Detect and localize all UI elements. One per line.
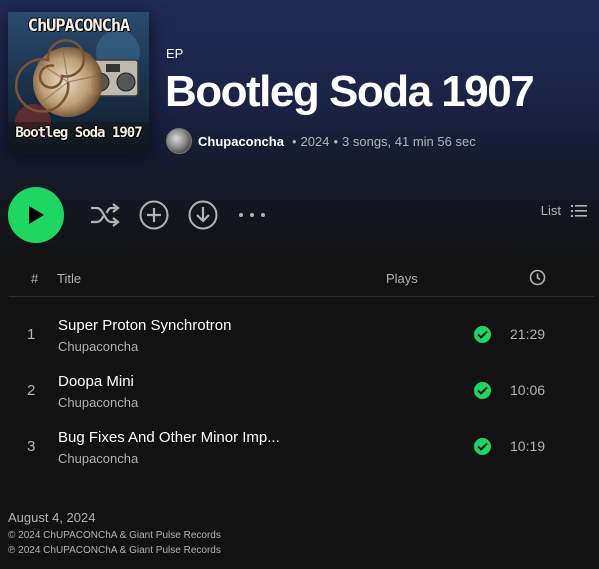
play-icon xyxy=(29,206,44,224)
track-row[interactable]: 2 Doopa Mini Chupaconcha 10:06 xyxy=(9,362,594,418)
track-artist[interactable]: Chupaconcha xyxy=(58,451,138,466)
track-artist[interactable]: Chupaconcha xyxy=(58,395,138,410)
column-title[interactable]: Title xyxy=(57,271,81,286)
album-cover[interactable]: ChUPACONChA Bootleg Soda 1907 xyxy=(8,12,149,153)
more-icon xyxy=(239,213,265,217)
release-footer: August 4, 2024 © 2024 ChUPACONChA & Gian… xyxy=(8,510,221,558)
view-mode-label: List xyxy=(540,203,561,218)
saved-check-icon[interactable] xyxy=(474,438,491,455)
release-date: August 4, 2024 xyxy=(8,510,96,525)
track-row[interactable]: 1 Super Proton Synchrotron Chupaconcha 2… xyxy=(9,306,594,362)
release-year: 2024 xyxy=(300,133,330,149)
clock-icon xyxy=(529,269,546,286)
separator-dot: • xyxy=(291,133,297,149)
play-button[interactable] xyxy=(8,187,64,243)
album-meta: Chupaconcha • 2024 • 3 songs, 41 min 56 … xyxy=(166,128,476,154)
cover-bottom-text: Bootleg Soda 1907 xyxy=(15,125,142,141)
track-title[interactable]: Bug Fixes And Other Minor Imp... xyxy=(58,429,280,446)
track-row[interactable]: 3 Bug Fixes And Other Minor Imp... Chupa… xyxy=(9,418,594,474)
shuffle-button[interactable] xyxy=(89,199,121,231)
saved-check-icon[interactable] xyxy=(474,326,491,343)
release-type-label: EP xyxy=(166,46,184,61)
separator-dot: • xyxy=(333,133,339,149)
action-bar: List xyxy=(0,187,599,243)
shuffle-icon xyxy=(91,203,120,227)
more-options-button[interactable] xyxy=(236,199,268,231)
cover-top-text: ChUPACONChA xyxy=(27,16,131,36)
saved-check-icon[interactable] xyxy=(474,382,491,399)
download-icon xyxy=(188,200,218,230)
column-plays[interactable]: Plays xyxy=(386,271,418,286)
track-duration: 10:06 xyxy=(510,382,546,398)
view-mode-toggle[interactable]: List xyxy=(541,203,587,218)
artist-link[interactable]: Chupaconcha xyxy=(198,134,284,149)
tracklist: 1 Super Proton Synchrotron Chupaconcha 2… xyxy=(9,306,594,474)
list-icon xyxy=(571,204,587,217)
plus-circle-icon xyxy=(139,200,169,230)
download-button[interactable] xyxy=(187,199,219,231)
track-artist[interactable]: Chupaconcha xyxy=(58,339,138,354)
tracklist-header: # Title Plays xyxy=(9,262,594,297)
album-stats: 3 songs, 41 min 56 sec xyxy=(342,133,476,149)
column-number: # xyxy=(31,271,39,286)
track-number: 3 xyxy=(27,438,36,455)
track-duration: 21:29 xyxy=(510,326,546,342)
phonogram-line: ℗ 2024 ChUPACONChA & Giant Pulse Records xyxy=(8,545,221,556)
artist-avatar[interactable] xyxy=(166,128,192,154)
track-number: 1 xyxy=(27,326,36,343)
add-to-library-button[interactable] xyxy=(138,199,170,231)
track-title[interactable]: Doopa Mini xyxy=(58,373,134,390)
copyright-line: © 2024 ChUPACONChA & Giant Pulse Records xyxy=(8,530,221,541)
duration-column[interactable] xyxy=(529,269,546,289)
track-duration: 10:19 xyxy=(510,438,546,454)
track-title[interactable]: Super Proton Synchrotron xyxy=(58,317,231,334)
album-title: Bootleg Soda 1907 xyxy=(165,67,535,116)
track-number: 2 xyxy=(27,382,36,399)
